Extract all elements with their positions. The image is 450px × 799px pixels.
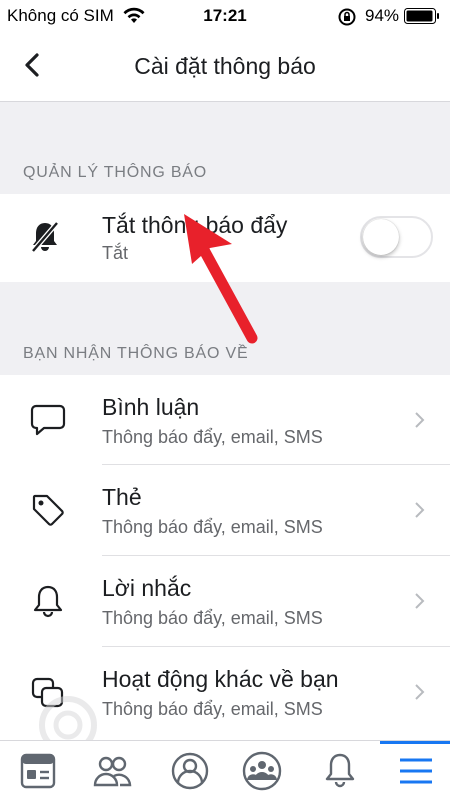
list-item-label: Thẻ xyxy=(102,484,142,510)
battery-percentage: 94% xyxy=(365,6,400,25)
list-item-tags[interactable]: Thẻ Thông báo đẩy, email, SMS xyxy=(0,465,450,556)
push-notifications-status: Tắt xyxy=(102,243,129,263)
list-item-label: Bình luận xyxy=(102,394,200,420)
section-header-receive: BẠN NHẬN THÔNG BÁO VỀ xyxy=(23,345,249,362)
news-feed-icon[interactable] xyxy=(16,749,60,793)
list-item-label: Lời nhắc xyxy=(102,575,192,601)
status-bar: Không có SIM 17:21 94% xyxy=(0,0,450,32)
toggle-knob xyxy=(363,219,399,255)
profile-icon[interactable] xyxy=(168,749,212,793)
navigation-bar: Cài đặt thông báo xyxy=(0,32,450,102)
comment-icon xyxy=(30,404,66,436)
chevron-right-icon xyxy=(415,502,425,518)
page-title: Cài đặt thông báo xyxy=(134,53,316,79)
chevron-right-icon xyxy=(415,412,425,428)
list-item-sub: Thông báo đẩy, email, SMS xyxy=(102,517,323,537)
rotation-lock-icon xyxy=(338,8,356,26)
section-header-manage: QUẢN LÝ THÔNG BÁO xyxy=(23,164,208,181)
bell-icon xyxy=(33,585,63,618)
active-tab-indicator xyxy=(380,741,450,744)
push-notifications-toggle[interactable] xyxy=(360,216,433,258)
list-item-comments[interactable]: Bình luận Thông báo đẩy, email, SMS xyxy=(0,375,450,465)
chevron-right-icon xyxy=(415,593,425,609)
battery-icon xyxy=(404,8,439,24)
bell-off-icon xyxy=(31,221,59,253)
menu-icon[interactable] xyxy=(394,749,438,793)
bottom-tab-bar xyxy=(0,740,450,799)
list-item-sub: Thông báo đẩy, email, SMS xyxy=(102,608,323,628)
list-item-label: Hoạt động khác về bạn xyxy=(102,666,339,692)
list-item-reminders[interactable]: Lời nhắc Thông báo đẩy, email, SMS xyxy=(0,556,450,647)
friends-icon[interactable] xyxy=(90,749,134,793)
tag-icon xyxy=(32,494,64,526)
list-item-sub: Thông báo đẩy, email, SMS xyxy=(102,427,323,447)
groups-icon[interactable] xyxy=(240,749,284,793)
annotation-arrow-icon xyxy=(184,214,258,344)
notifications-icon[interactable] xyxy=(318,749,362,793)
